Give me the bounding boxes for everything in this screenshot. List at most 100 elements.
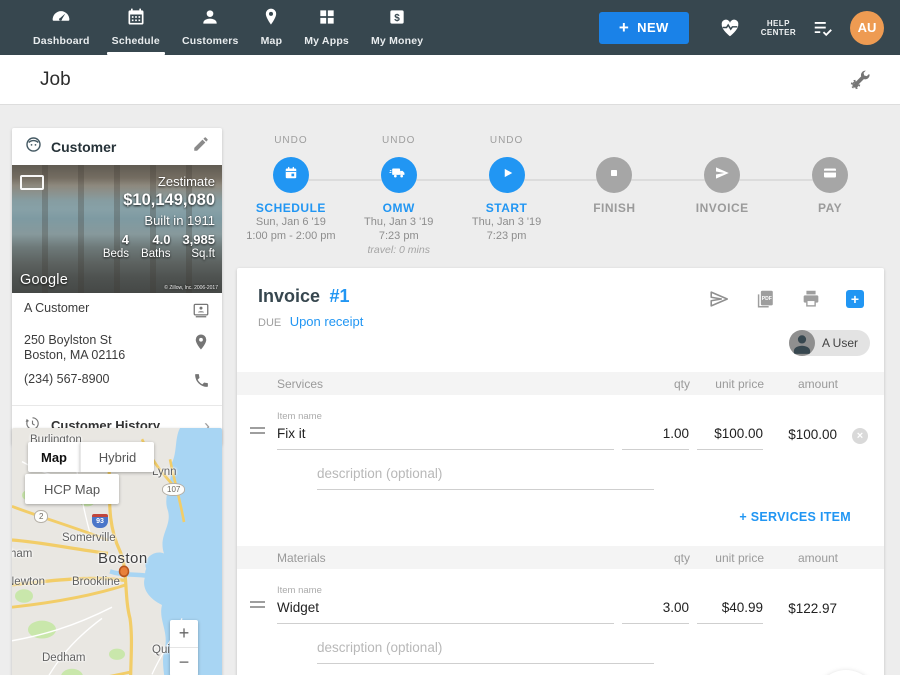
materials-section-header: Materials qty unit price amount	[237, 546, 884, 569]
health-heart-icon[interactable]	[719, 17, 741, 39]
map-label-dedham: Dedham	[42, 652, 85, 664]
location-pin-icon[interactable]	[192, 333, 210, 356]
service-item-name-input[interactable]	[277, 424, 614, 450]
tasks-list-icon[interactable]	[812, 17, 834, 39]
material-qty-input[interactable]	[622, 598, 689, 624]
send-invoice-icon[interactable]	[708, 288, 730, 310]
new-button[interactable]: + NEW	[599, 12, 689, 44]
nav-item-map[interactable]: Map	[250, 0, 294, 55]
pay-step-button[interactable]	[812, 157, 848, 193]
built-year: Built in 1911	[103, 213, 215, 228]
drag-handle-icon[interactable]	[250, 601, 265, 611]
fact-baths: 4.0Baths	[141, 232, 170, 260]
send-icon	[713, 164, 731, 187]
remove-item-button[interactable]: ×	[852, 428, 868, 444]
page-title: Job	[40, 69, 71, 91]
assigned-user-chip[interactable]: A User	[789, 330, 870, 356]
invoice-actions: PDF +	[708, 288, 864, 310]
truck-icon	[389, 163, 408, 187]
undo-schedule-button[interactable]: UNDO	[237, 135, 345, 148]
svg-text:$: $	[394, 12, 400, 23]
service-unit-price-input[interactable]	[697, 424, 763, 450]
street-view-icon[interactable]	[20, 175, 44, 190]
undo-omw-button[interactable]: UNDO	[345, 135, 453, 148]
hcp-map-button[interactable]: HCP Map	[25, 474, 119, 504]
services-section-header: Services qty unit price amount	[237, 372, 884, 395]
invoice-step-button[interactable]	[704, 157, 740, 193]
top-nav: Dashboard Schedule Customers Map My Apps…	[0, 0, 900, 55]
customer-card-title: Customer	[51, 139, 184, 155]
step-date: Thu, Jan 3 '19	[453, 215, 561, 229]
services-title: Services	[277, 377, 615, 391]
schedule-step-button[interactable]	[273, 157, 309, 193]
step-travel: travel: 0 mins	[345, 243, 453, 257]
zestimate-block: Zestimate $10,149,080 Built in 1911 4Bed…	[103, 174, 215, 260]
unit-price-column-header: unit price	[690, 377, 764, 391]
nav-item-schedule[interactable]: Schedule	[101, 0, 171, 55]
step-time: 7:23 pm	[453, 229, 561, 243]
undo-start-button[interactable]: UNDO	[453, 135, 561, 148]
add-services-row: + SERVICES ITEM	[237, 508, 884, 526]
map-type-map-button[interactable]: Map	[28, 442, 80, 472]
step-schedule: UNDO SCHEDULE Sun, Jan 6 '19 1:00 pm - 2…	[237, 135, 345, 268]
map-type-hybrid-button[interactable]: Hybrid	[80, 442, 154, 472]
phone-icon[interactable]	[193, 372, 210, 394]
omw-step-button[interactable]	[381, 157, 417, 193]
pdf-icon[interactable]: PDF	[754, 288, 776, 310]
zoom-out-button[interactable]: −	[170, 648, 198, 675]
content-area: Customer Zestimate $10,149,080 Built in …	[0, 105, 900, 675]
nav-item-customers[interactable]: Customers	[171, 0, 250, 55]
service-amount: $100.00	[763, 427, 837, 450]
customer-phone-row: (234) 567-8900	[24, 372, 210, 394]
customer-name: A Customer	[24, 301, 89, 316]
customer-phone: (234) 567-8900	[24, 372, 109, 387]
map-card: Burlington Lynn 107 2 93 Somerville ham …	[12, 428, 222, 675]
start-step-button[interactable]	[489, 157, 525, 193]
customer-address: 250 Boylston St Boston, MA 02116	[24, 333, 125, 363]
step-label: PAY	[776, 201, 884, 215]
edit-pencil-icon[interactable]	[192, 135, 210, 158]
customer-face-icon	[24, 135, 43, 159]
print-icon[interactable]	[800, 288, 822, 310]
user-silhouette-icon	[789, 330, 815, 356]
zoom-in-button[interactable]: +	[170, 620, 198, 648]
step-start: UNDO START Thu, Jan 3 '19 7:23 pm	[453, 135, 561, 268]
customer-name-row: A Customer	[24, 301, 210, 324]
nav-item-my-apps[interactable]: My Apps	[293, 0, 360, 55]
customer-info: A Customer 250 Boylston St Boston, MA 02…	[12, 293, 222, 405]
svg-text:PDF: PDF	[762, 296, 772, 302]
item-name-label: Item name	[277, 411, 884, 422]
map-label-lynn: Lynn	[152, 466, 177, 478]
contact-card-icon[interactable]	[192, 301, 210, 324]
finish-step-button[interactable]	[596, 157, 632, 193]
add-invoice-item-button[interactable]: +	[846, 290, 864, 308]
zestimate-label: Zestimate	[103, 174, 215, 189]
drag-handle-icon[interactable]	[250, 427, 265, 437]
material-description-input[interactable]	[317, 638, 654, 664]
nav-item-label: Dashboard	[33, 35, 90, 47]
step-finish: FINISH	[560, 135, 668, 268]
user-avatar[interactable]: AU	[850, 11, 884, 45]
add-services-item-link[interactable]: + SERVICES ITEM	[739, 510, 851, 524]
material-item-name-input[interactable]	[277, 598, 614, 624]
google-watermark: Google	[20, 272, 68, 288]
money-icon: $	[387, 7, 407, 32]
map-label-somerville: Somerville	[62, 532, 116, 544]
nav-item-dashboard[interactable]: Dashboard	[22, 0, 101, 55]
nav-item-label: My Money	[371, 35, 423, 47]
amount-column-header: amount	[764, 377, 838, 391]
job-settings-icon[interactable]	[849, 68, 872, 91]
due-label: DUE	[258, 317, 281, 329]
item-name-label: Item name	[277, 585, 884, 596]
step-date: Thu, Jan 3 '19	[345, 215, 453, 229]
map-label-brookline: Brookline	[72, 576, 120, 588]
map-canvas[interactable]: Burlington Lynn 107 2 93 Somerville ham …	[12, 428, 222, 675]
service-qty-input[interactable]	[622, 424, 689, 450]
due-terms-link[interactable]: Upon receipt	[290, 314, 364, 329]
credit-card-icon	[821, 164, 839, 187]
material-unit-price-input[interactable]	[697, 598, 763, 624]
invoice-title: Invoice	[258, 286, 320, 306]
help-center-link[interactable]: HELP CENTER	[761, 19, 796, 37]
service-description-input[interactable]	[317, 464, 654, 490]
nav-item-my-money[interactable]: $ My Money	[360, 0, 434, 55]
